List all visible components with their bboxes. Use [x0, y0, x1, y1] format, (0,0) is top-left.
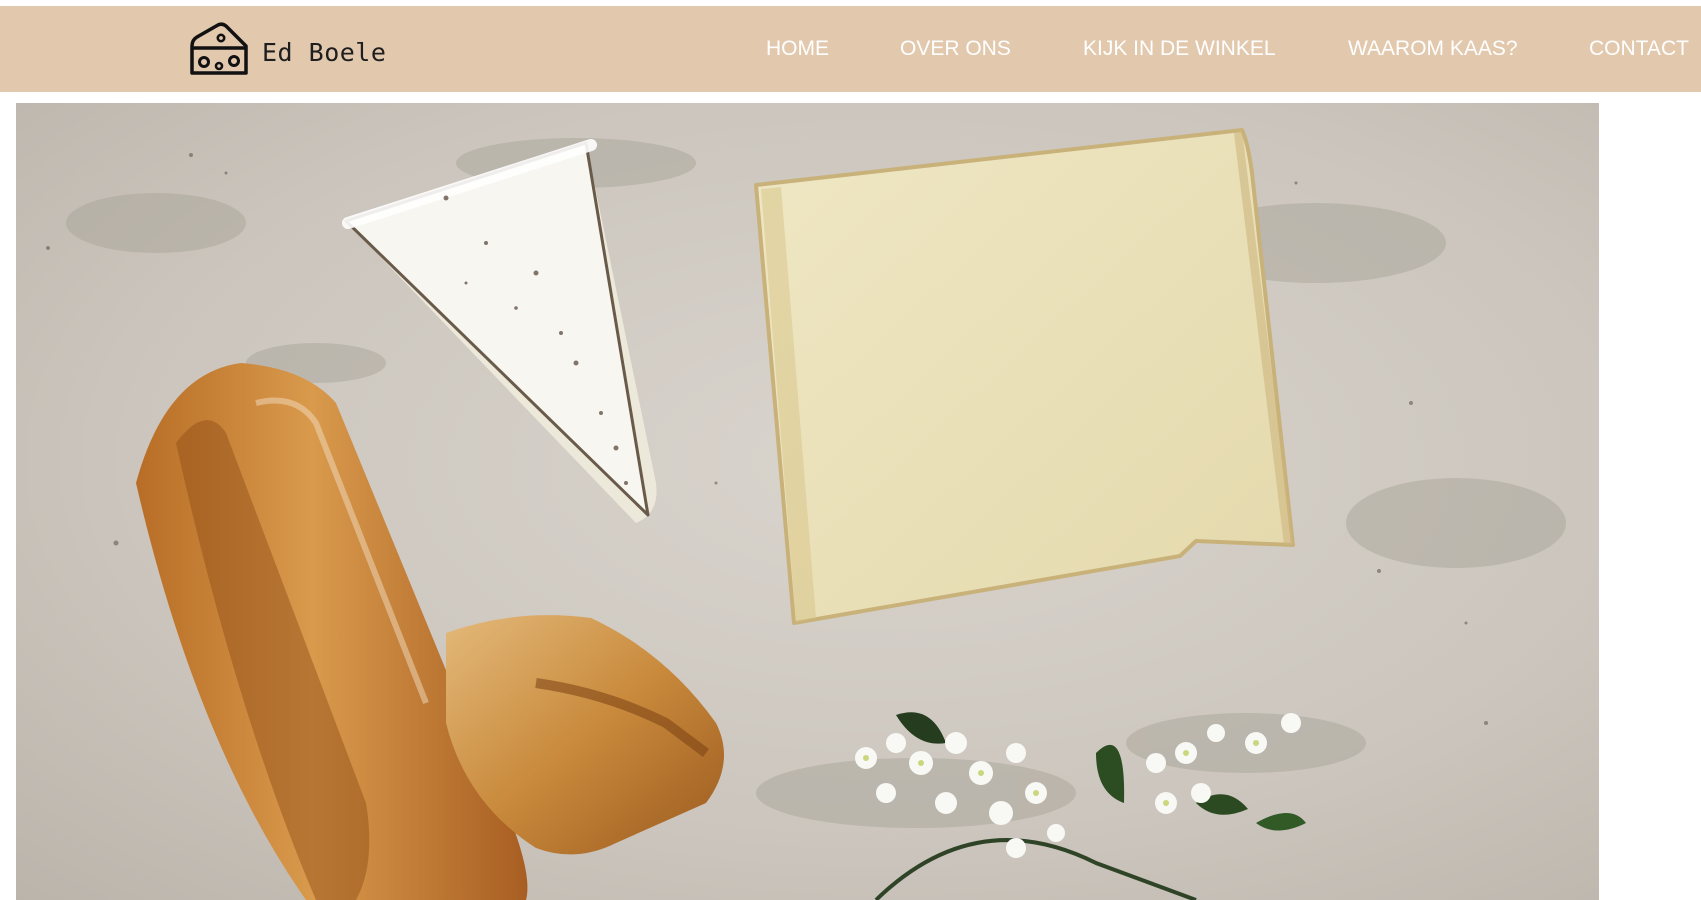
page: Ed Boele HOME OVER ONS KIJK IN DE WINKEL… — [0, 0, 1701, 900]
nav-over-ons[interactable]: OVER ONS — [900, 37, 1011, 61]
hero-image — [16, 103, 1599, 900]
nav-home[interactable]: HOME — [766, 37, 829, 61]
main-nav: HOME OVER ONS KIJK IN DE WINKEL WAAROM K… — [0, 6, 1701, 92]
nav-waarom-kaas[interactable]: WAAROM KAAS? — [1348, 37, 1518, 61]
cheese-bread-flowers-photo — [16, 103, 1599, 900]
nav-kijk-in-de-winkel[interactable]: KIJK IN DE WINKEL — [1083, 37, 1276, 61]
nav-contact[interactable]: CONTACT — [1589, 37, 1689, 61]
site-header: Ed Boele HOME OVER ONS KIJK IN DE WINKEL… — [0, 6, 1701, 92]
